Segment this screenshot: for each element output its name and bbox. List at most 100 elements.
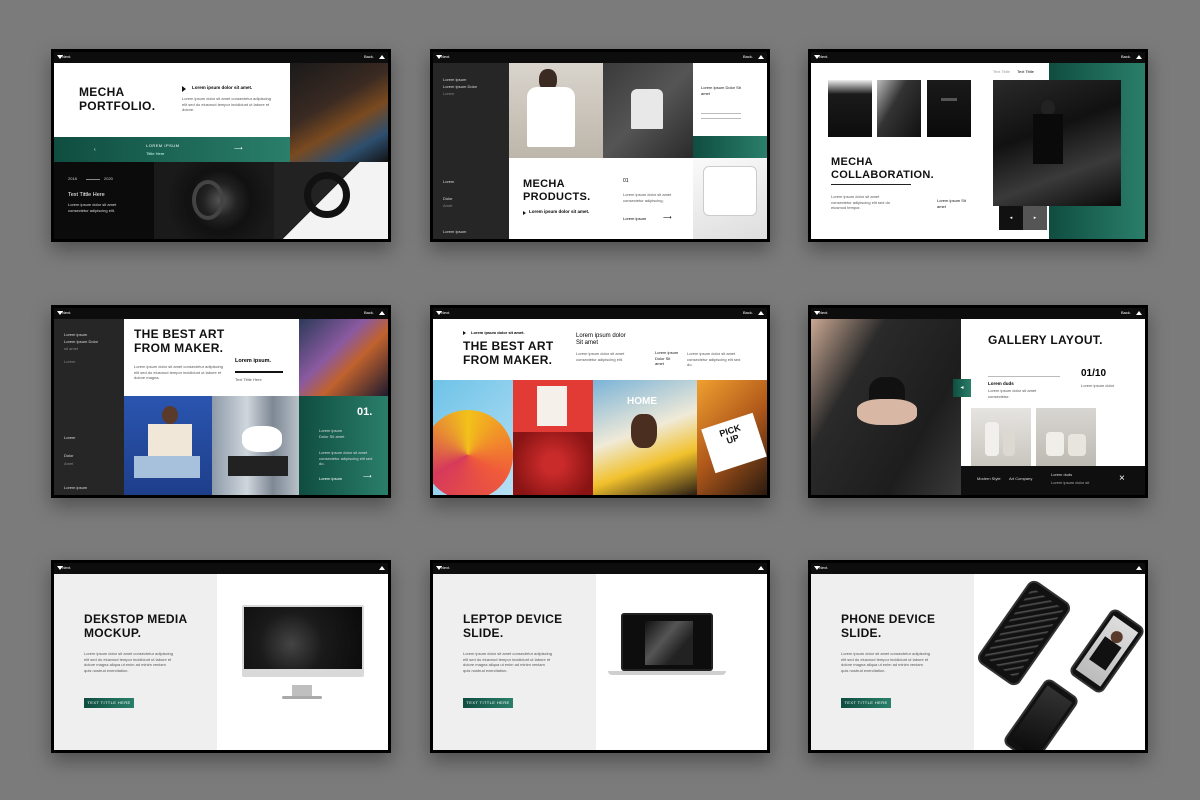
- nav-next-label[interactable]: Next.: [441, 54, 450, 59]
- up-arrow-icon[interactable]: [1136, 566, 1142, 570]
- photo-man-sitting: [124, 396, 212, 495]
- slide-best-art-2[interactable]: Next. Back. Lorem ipsum dolor sit amet. …: [430, 305, 770, 498]
- photo-hands-cup: [811, 319, 961, 495]
- nav-next-label[interactable]: Next.: [819, 565, 828, 570]
- prev-button[interactable]: ◂: [999, 206, 1023, 230]
- top-bar: Next. Back.: [811, 52, 1145, 63]
- next-button[interactable]: ▸: [1023, 206, 1047, 230]
- photo-sneakers-legs: [212, 396, 299, 495]
- photo-red-dots: [513, 432, 593, 495]
- cta-button[interactable]: TEXT TITTLE HERE: [84, 698, 134, 708]
- slide-number: 01: [623, 178, 629, 184]
- top-bar: Next. Back.: [54, 308, 388, 319]
- caption: Lorem ipsum Sit amet: [937, 198, 966, 209]
- top-bar: Next. Back.: [54, 52, 388, 63]
- top-bar: Next.: [433, 563, 767, 574]
- photo-vases-1: [971, 408, 1031, 466]
- play-icon: [463, 331, 466, 335]
- cta-button[interactable]: TEXT TITTLE HERE: [463, 698, 513, 708]
- right-arrow-icon[interactable]: ⟶: [663, 214, 672, 221]
- photo-hanger-shirt: [603, 63, 693, 158]
- body-text: Lorem ipsum dolor sit amet consectetur a…: [182, 96, 271, 113]
- left-arrow-icon[interactable]: ‹: [94, 147, 96, 153]
- photo-home-magazine: HOME: [593, 380, 697, 495]
- tab-2[interactable]: Text Tittle: [1017, 69, 1034, 74]
- nav-next-label[interactable]: Next.: [441, 565, 450, 570]
- page-count: 01/10: [1081, 368, 1107, 379]
- slide-title: DEKSTOP MEDIA MOCKUP.: [84, 612, 188, 640]
- up-arrow-icon[interactable]: [758, 566, 764, 570]
- nav-back-label[interactable]: Back.: [364, 54, 374, 59]
- photo-black-tshirt: [927, 80, 971, 137]
- play-icon: [182, 86, 186, 92]
- nav-next-label[interactable]: Next.: [441, 310, 450, 315]
- nav-next-label[interactable]: Next.: [819, 54, 828, 59]
- top-bar: Next. Back.: [433, 308, 767, 319]
- slide-number: 01.: [357, 406, 373, 418]
- slide-mecha-collaboration[interactable]: Next. Back. Text Tittle Text Tittle MECH…: [808, 49, 1148, 242]
- slide-desktop-mockup[interactable]: Next. DEKSTOP MEDIA MOCKUP. Lorem ipsum d…: [51, 560, 391, 753]
- slide-best-art-1[interactable]: Next. Back. Lorem ipsum Lorem Ipsum Dolo…: [51, 305, 391, 498]
- photo-folded-tshirt: [693, 158, 767, 239]
- nav-back-label[interactable]: Back.: [743, 310, 753, 315]
- slide-mecha-products[interactable]: Next. Back. Lorem Ipsum Lorem Ipsum Dolo…: [430, 49, 770, 242]
- up-arrow-icon[interactable]: [758, 55, 764, 59]
- teal-band: ‹ LOREM IPSUM Tittle Here ⟶: [54, 137, 290, 162]
- up-arrow-icon[interactable]: [758, 311, 764, 315]
- top-bar: Next.: [54, 563, 388, 574]
- slide-title: MECHA PORTFOLIO.: [79, 85, 156, 113]
- nav-next-label[interactable]: Next.: [62, 310, 71, 315]
- laptop-screen: [621, 613, 713, 671]
- slide-title: THE BEST ART FROM MAKER.: [134, 327, 225, 355]
- nav-next-label[interactable]: Next.: [819, 310, 828, 315]
- dark-title: Text Tittle Here: [68, 192, 105, 198]
- label: Lorem ipsum.: [235, 358, 272, 364]
- photo-colorful-paper: [433, 380, 513, 495]
- top-bar: Next.: [811, 563, 1145, 574]
- slide-mecha-portfolio[interactable]: Next. Back. MECHA PORTFOLIO. Lorem ipsum …: [51, 49, 391, 242]
- band-label: LOREM IPSUM: [146, 143, 180, 148]
- nav-back-label[interactable]: Back.: [1121, 310, 1131, 315]
- nav-back-label[interactable]: Back.: [364, 310, 374, 315]
- right-arrow-icon[interactable]: ⟶: [363, 473, 372, 480]
- photo-man-stairs: [993, 80, 1121, 206]
- laptop-base: [608, 671, 726, 675]
- prev-button[interactable]: ◂: [953, 379, 971, 397]
- home-text: HOME: [627, 396, 657, 407]
- phone-3: [1001, 676, 1081, 750]
- tab-1[interactable]: Text Tittle: [993, 69, 1010, 74]
- nav-back-label[interactable]: Back.: [1121, 54, 1131, 59]
- up-arrow-icon[interactable]: [379, 55, 385, 59]
- close-icon[interactable]: ×: [1119, 473, 1125, 484]
- cta-button[interactable]: TEXT TITTLE HERE: [841, 698, 891, 708]
- slide-laptop-device[interactable]: Next. LEPTOP DEVICE SLIDE. Lorem ipsum do…: [430, 560, 770, 753]
- up-arrow-icon[interactable]: [379, 311, 385, 315]
- slide-title: MECHA PRODUCTS.: [523, 178, 591, 203]
- sidebar: Lorem Ipsum Lorem Ipsum Dolor Lorem Lore…: [433, 63, 509, 239]
- slide-title: THE BEST ART FROM MAKER.: [463, 339, 554, 367]
- slide-phone-device[interactable]: Next. PHONE DEVICE SLIDE. Lorem ipsum dol…: [808, 560, 1148, 753]
- mid-heading: Lorem ipsum dolor Sit amet: [576, 333, 626, 347]
- phone-1: [974, 577, 1074, 689]
- read-more-link[interactable]: Lorem ipsum: [319, 476, 342, 482]
- nav-back-label[interactable]: Back.: [743, 54, 753, 59]
- slide-title: MECHA COLLABORATION.: [831, 156, 934, 181]
- photo-person-sitting: [877, 80, 921, 137]
- nav-next-label[interactable]: Next.: [62, 565, 71, 570]
- nav-next-label[interactable]: Next.: [62, 54, 71, 59]
- photo-vases-2: [1036, 408, 1096, 466]
- up-arrow-icon[interactable]: [379, 566, 385, 570]
- photo-pick-up-sign: PICK UP: [697, 380, 767, 495]
- right-arrow-icon[interactable]: ⟶: [234, 145, 243, 152]
- heading: Lorem ipsum dolor sit amet.: [192, 85, 253, 90]
- up-arrow-icon[interactable]: [1136, 55, 1142, 59]
- slide-gallery-layout[interactable]: Next. Back. ◂ GALLERY LAYOUT. 01/10 Lore…: [808, 305, 1148, 498]
- photo-headphones-white: [274, 162, 388, 239]
- photo-woman-headphones: [290, 63, 388, 163]
- info-bar: Modern Style Art Company Lorem duds Lore…: [961, 466, 1145, 495]
- subtitle: Lorem ipsum dolor sit amet.: [529, 209, 590, 214]
- dark-panel: 2018 2020 Text Tittle Here Lorem ipsum d…: [54, 162, 154, 239]
- read-more-link[interactable]: Lorem ipsum: [623, 216, 646, 221]
- up-arrow-icon[interactable]: [1136, 311, 1142, 315]
- photo-headphones: [154, 162, 274, 239]
